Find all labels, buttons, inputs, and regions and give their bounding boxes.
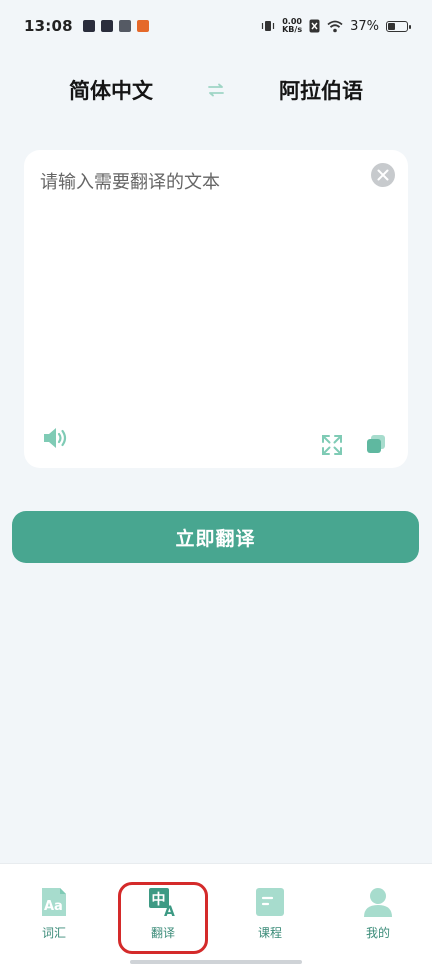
copy-icon xyxy=(367,435,385,453)
course-icon xyxy=(256,888,284,916)
profile-icon xyxy=(364,888,392,917)
nav-item-label: 词汇 xyxy=(41,926,66,940)
sim-off-icon xyxy=(309,19,320,33)
nav-item-profile[interactable]: 我的 xyxy=(338,886,418,941)
swap-languages-button[interactable] xyxy=(186,83,246,97)
status-right: 0.00 KB/s 37% xyxy=(261,18,411,34)
network-speed: 0.00 KB/s xyxy=(282,18,302,34)
app-notification-icon xyxy=(82,20,95,32)
source-language[interactable]: 简体中文 xyxy=(36,75,186,105)
app-notification-icon xyxy=(118,20,131,32)
status-bar: 13:08 0.00 KB/s 37% xyxy=(0,0,432,52)
battery-icon xyxy=(386,20,411,32)
clear-input-button[interactable] xyxy=(371,163,395,187)
input-card xyxy=(24,150,408,468)
target-language[interactable]: 阿拉伯语 xyxy=(246,75,396,105)
status-left: 13:08 xyxy=(24,17,149,35)
speak-button[interactable] xyxy=(42,426,70,454)
speaker-icon xyxy=(44,428,67,448)
network-speed-unit: KB/s xyxy=(282,25,303,34)
translate-input[interactable] xyxy=(40,168,360,398)
vocabulary-icon: Aa xyxy=(42,888,66,916)
svg-text:Aa: Aa xyxy=(44,899,63,914)
copy-button[interactable] xyxy=(365,433,387,459)
expand-button[interactable] xyxy=(321,434,343,460)
vibrate-icon xyxy=(262,21,275,31)
app-notification-icon xyxy=(136,20,149,32)
nav-item-label: 课程 xyxy=(257,926,282,940)
nav-item-vocabulary[interactable]: Aa 词汇 xyxy=(14,886,94,941)
fullscreen-icon xyxy=(322,435,342,455)
nav-item-label: 我的 xyxy=(365,926,390,940)
battery-percent: 37% xyxy=(350,18,379,34)
active-tab-highlight xyxy=(118,882,208,954)
wifi-icon xyxy=(327,20,343,32)
app-notification-icon xyxy=(100,20,113,32)
bottom-nav: Aa 词汇 中 A 翻译 课程 我的 xyxy=(0,863,432,964)
language-selector: 简体中文 阿拉伯语 xyxy=(0,70,432,110)
swap-arrows-icon xyxy=(208,83,224,97)
status-time: 13:08 xyxy=(24,17,73,35)
home-indicator[interactable] xyxy=(130,960,302,964)
close-icon xyxy=(377,169,389,181)
translate-button[interactable]: 立即翻译 xyxy=(12,511,419,563)
nav-item-course[interactable]: 课程 xyxy=(230,886,310,941)
